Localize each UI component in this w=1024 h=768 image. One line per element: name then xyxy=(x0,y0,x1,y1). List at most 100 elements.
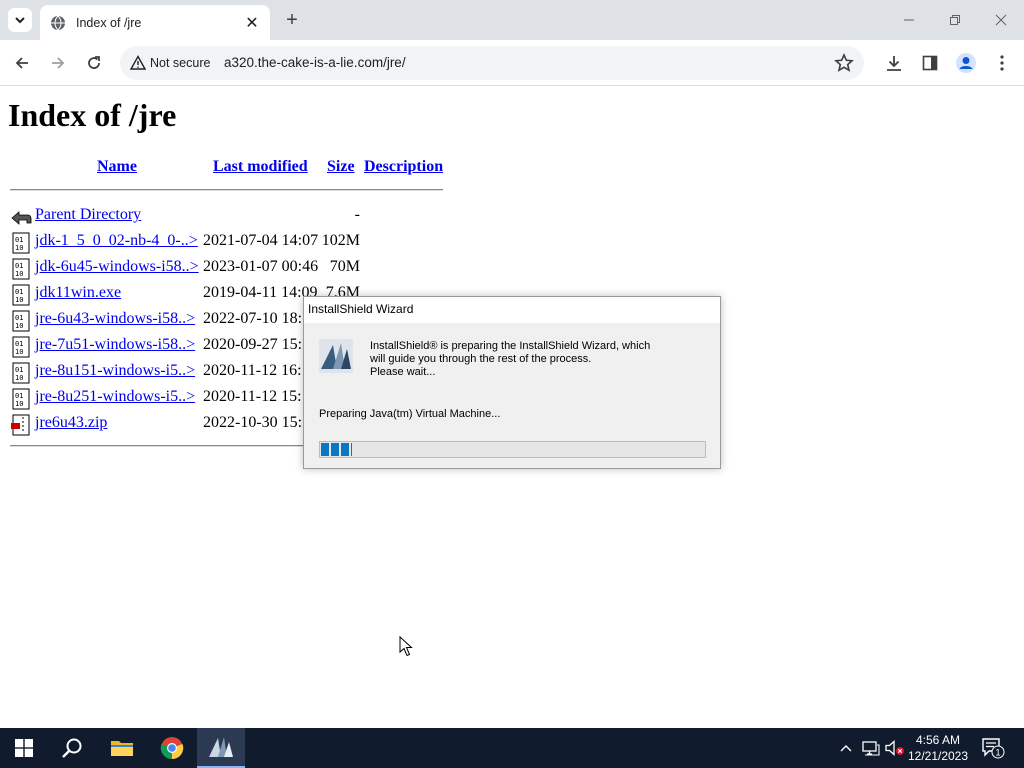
side-panel-button[interactable] xyxy=(919,52,941,74)
tab-search-button[interactable] xyxy=(8,8,32,32)
profile-button[interactable] xyxy=(955,52,977,74)
header-divider xyxy=(10,189,443,191)
tab-index-of-jre[interactable]: Index of /jre ✕ xyxy=(40,5,270,40)
file-link[interactable]: jre-8u251-windows-i5..> xyxy=(35,388,195,406)
svg-text:10: 10 xyxy=(15,322,23,330)
binary-file-icon: 0110 xyxy=(12,388,30,410)
dialog-message: InstallShield® is preparing the InstallS… xyxy=(370,340,670,379)
file-link[interactable]: jre-8u151-windows-i5..> xyxy=(35,362,195,380)
close-icon xyxy=(995,14,1007,26)
back-folder-icon xyxy=(11,211,32,225)
parent-directory-link[interactable]: Parent Directory xyxy=(35,206,141,224)
file-explorer-button[interactable] xyxy=(98,728,146,768)
address-bar[interactable]: Not secure a320.the-cake-is-a-lie.com/jr… xyxy=(120,46,864,80)
kebab-menu-icon xyxy=(1000,55,1004,71)
file-link[interactable]: jre-7u51-windows-i58..> xyxy=(35,336,195,354)
svg-text:10: 10 xyxy=(15,348,23,356)
reload-button[interactable] xyxy=(82,51,106,75)
dialog-message-line: InstallShield® is preparing the InstallS… xyxy=(370,340,651,352)
search-button[interactable] xyxy=(48,728,96,768)
file-modified: 2021-07-04 14:07 xyxy=(203,232,319,249)
url-text[interactable]: a320.the-cake-is-a-lie.com/jre/ xyxy=(224,55,406,70)
dialog-title-bar[interactable]: InstallShield Wizard xyxy=(304,297,720,323)
not-secure-label: Not secure xyxy=(150,56,211,70)
forward-button[interactable] xyxy=(46,51,70,75)
restore-icon xyxy=(950,15,960,25)
close-tab-icon[interactable]: ✕ xyxy=(244,15,260,32)
svg-text:01: 01 xyxy=(15,262,23,270)
file-modified: 2020-11-12 16: xyxy=(203,362,302,379)
svg-text:01: 01 xyxy=(15,288,23,296)
dialog-message-line: Please wait... xyxy=(370,366,436,378)
taskbar-clock[interactable]: 4:56 AM 12/21/2023 xyxy=(900,732,976,764)
file-row: 01 10 jdk-1_5_0_02-nb-4_0-..> 2021-07-04 … xyxy=(10,230,450,254)
action-center-button[interactable]: 1 xyxy=(980,736,1006,760)
svg-text:10: 10 xyxy=(15,270,23,278)
folder-icon xyxy=(111,741,133,756)
minimize-icon xyxy=(904,19,914,21)
show-hidden-icons-button[interactable] xyxy=(836,738,856,758)
network-tray-button[interactable] xyxy=(861,738,881,758)
file-modified: 2023-01-07 00:46 xyxy=(203,258,319,275)
progress-bar-fill xyxy=(321,443,352,456)
file-row: 01 10 jdk-6u45-windows-i58..> 2023-01-07 … xyxy=(10,256,450,280)
side-panel-icon xyxy=(922,55,938,71)
installshield-logo-icon xyxy=(209,737,233,757)
installshield-taskbar-button[interactable] xyxy=(197,728,245,768)
binary-file-icon: 0110 xyxy=(12,232,30,254)
downloads-button[interactable] xyxy=(883,52,905,74)
windows-logo-icon xyxy=(15,739,33,757)
svg-text:10: 10 xyxy=(15,400,23,408)
installshield-logo-icon xyxy=(319,339,353,373)
clock-time: 4:56 AM xyxy=(915,733,961,747)
svg-text:01: 01 xyxy=(15,392,23,400)
restore-button[interactable] xyxy=(943,8,967,32)
file-link[interactable]: jdk-6u45-windows-i58..> xyxy=(35,258,199,276)
minimize-button[interactable] xyxy=(897,8,921,32)
column-header-name[interactable]: Name xyxy=(97,158,137,176)
chrome-icon xyxy=(160,737,184,760)
file-link[interactable]: jre-6u43-windows-i58..> xyxy=(35,310,195,328)
binary-file-icon: 0110 xyxy=(12,336,30,358)
forward-arrow-icon xyxy=(52,57,65,69)
file-modified: 2020-09-27 15: xyxy=(203,336,303,353)
column-header-size[interactable]: Size xyxy=(327,158,355,176)
notification-icon: 1 xyxy=(982,738,1005,759)
page-heading: Index of /jre xyxy=(8,97,177,133)
back-arrow-icon xyxy=(15,57,28,69)
binary-file-icon: 0110 xyxy=(12,284,30,306)
file-link[interactable]: jdk-1_5_0_02-nb-4_0-..> xyxy=(35,232,198,250)
svg-text:10: 10 xyxy=(15,296,23,304)
dialog-message-line: will guide you through the rest of the p… xyxy=(370,353,592,365)
column-header-description[interactable]: Description xyxy=(364,158,443,176)
tab-title: Index of /jre xyxy=(76,15,142,30)
close-window-button[interactable] xyxy=(989,8,1013,32)
browser-tab-strip: Index of /jre ✕ + xyxy=(0,0,1024,40)
chevron-down-icon xyxy=(15,17,25,24)
search-icon xyxy=(62,738,82,758)
column-header-last-modified[interactable]: Last modified xyxy=(213,158,308,176)
file-link[interactable]: jdk11win.exe xyxy=(35,284,121,302)
bookmark-star-icon[interactable] xyxy=(834,53,854,73)
site-info-chip[interactable]: Not secure xyxy=(126,51,218,75)
binary-file-icon: 0110 xyxy=(12,310,30,332)
binary-file-icon: 0110 xyxy=(12,362,30,384)
progress-bar xyxy=(319,441,706,458)
clock-date: 12/21/2023 xyxy=(907,749,969,763)
start-button[interactable] xyxy=(0,728,48,768)
file-size: 102M xyxy=(321,232,360,249)
svg-text:01: 01 xyxy=(15,340,23,348)
mouse-cursor-icon xyxy=(399,636,413,657)
new-tab-button[interactable]: + xyxy=(281,9,303,31)
browser-menu-button[interactable] xyxy=(991,52,1013,74)
svg-text:10: 10 xyxy=(15,244,23,252)
file-link[interactable]: jre6u43.zip xyxy=(35,414,107,432)
download-icon xyxy=(887,56,901,71)
chrome-taskbar-button[interactable] xyxy=(148,728,196,768)
svg-text:01: 01 xyxy=(15,314,23,322)
warning-triangle-icon xyxy=(130,55,146,70)
browser-toolbar: Not secure a320.the-cake-is-a-lie.com/jr… xyxy=(0,40,1024,86)
parent-directory-size: - xyxy=(354,206,360,223)
installshield-dialog: InstallShield Wizard InstallShield® is p… xyxy=(303,296,721,469)
back-button[interactable] xyxy=(10,51,34,75)
